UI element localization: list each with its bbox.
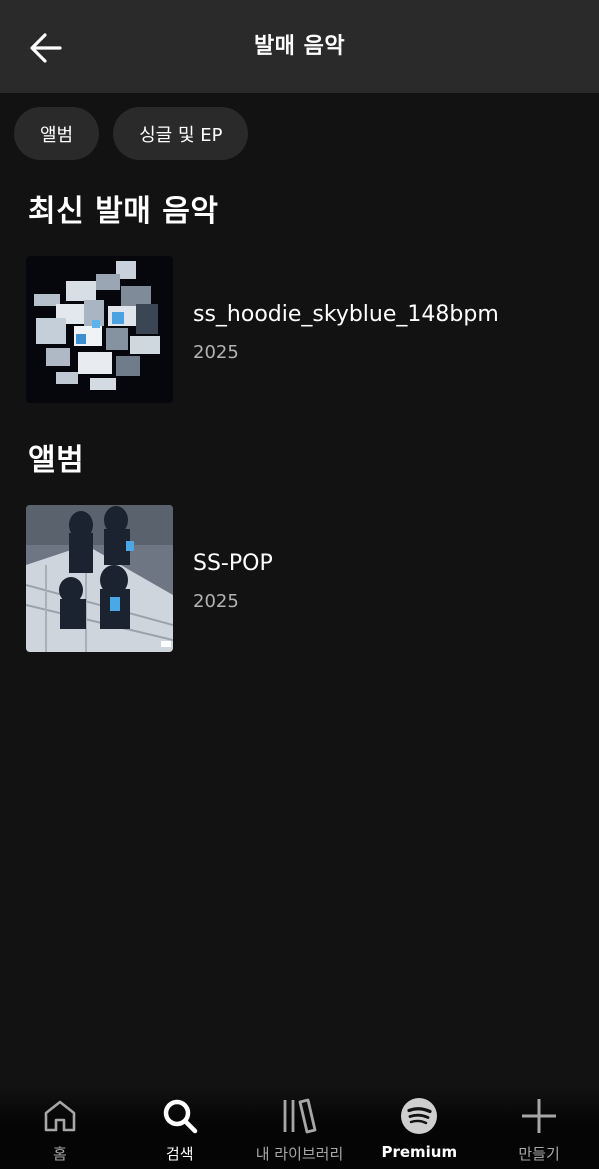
- filter-chip-album[interactable]: 앨범: [14, 107, 100, 160]
- spotify-logo-icon: [399, 1096, 439, 1136]
- release-title: ss_hoodie_skyblue_148bpm: [193, 302, 499, 327]
- release-year: 2025: [193, 342, 239, 363]
- album-cover-image: [26, 256, 173, 403]
- bottom-navigation: 홈 검색 내 라이브러리 Premium 만들기: [0, 1086, 599, 1169]
- nav-home[interactable]: 홈: [0, 1086, 120, 1169]
- nav-premium[interactable]: Premium: [359, 1086, 479, 1169]
- plus-icon: [519, 1096, 559, 1136]
- release-row[interactable]: ss_hoodie_skyblue_148bpm 2025: [26, 256, 586, 404]
- library-icon: [279, 1096, 319, 1136]
- release-title: SS-POP: [193, 551, 273, 576]
- release-row[interactable]: SS-POP 2025: [26, 505, 586, 653]
- nav-label-search: 검색: [165, 1145, 194, 1163]
- top-bar: 발매 음악: [0, 0, 599, 93]
- nav-label-home: 홈: [52, 1145, 67, 1163]
- nav-label-premium: Premium: [381, 1143, 458, 1161]
- section-heading-albums: 앨범: [28, 443, 85, 478]
- search-icon: [160, 1096, 200, 1136]
- filter-chip-singles-ep[interactable]: 싱글 및 EP: [113, 107, 249, 160]
- nav-search[interactable]: 검색: [120, 1086, 240, 1169]
- album-cover-image: [26, 505, 173, 652]
- nav-library[interactable]: 내 라이브러리: [240, 1086, 360, 1169]
- back-button[interactable]: [24, 26, 68, 70]
- release-year: 2025: [193, 591, 239, 612]
- page-title: 발매 음악: [253, 34, 346, 59]
- filter-chips: 앨범 싱글 및 EP: [14, 107, 249, 160]
- nav-label-create: 만들기: [518, 1145, 560, 1163]
- nav-create[interactable]: 만들기: [479, 1086, 599, 1169]
- back-arrow-icon: [30, 33, 62, 63]
- nav-label-library: 내 라이브러리: [255, 1145, 344, 1163]
- home-icon: [40, 1096, 80, 1136]
- section-heading-latest: 최신 발매 음악: [28, 194, 219, 229]
